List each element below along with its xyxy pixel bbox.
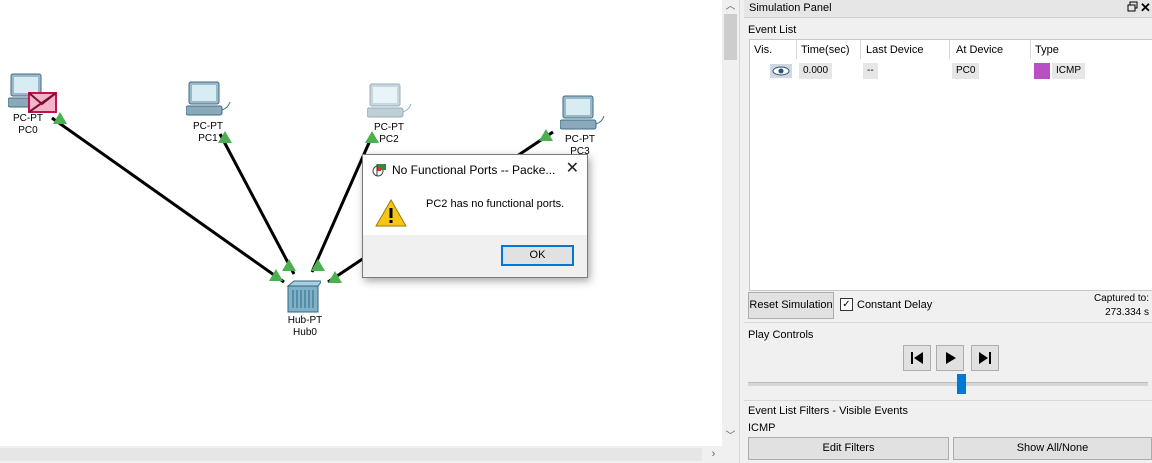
device-type-label: PC-PT <box>193 121 223 132</box>
column-header-last-device[interactable]: Last Device <box>866 44 923 56</box>
device-pc3[interactable]: PC-PT PC3 <box>559 94 608 157</box>
visible-events-value: ICMP <box>748 422 776 434</box>
scrollbar-corner <box>722 446 739 463</box>
device-name-label: PC1 <box>198 133 218 144</box>
topology-links <box>51 112 554 284</box>
device-type-label: PC-PT <box>374 122 404 133</box>
device-type-label: Hub-PT <box>287 315 323 326</box>
simulation-panel: Simulation Panel ✕ Event List Vis. Time(… <box>744 0 1152 463</box>
device-pc2[interactable] <box>366 82 415 125</box>
play-icon <box>946 352 956 364</box>
warning-icon <box>375 198 407 227</box>
workspace-horizontal-scrollbar[interactable]: › <box>0 446 722 463</box>
workspace-vertical-scrollbar[interactable]: ︿ ﹀ <box>722 0 739 446</box>
column-header-type[interactable]: Type <box>1035 44 1059 56</box>
link-pc1-hub <box>218 133 296 275</box>
device-type-label: PC-PT <box>13 113 43 124</box>
scroll-down-icon[interactable]: ﹀ <box>722 430 739 444</box>
playback-speed-slider[interactable] <box>748 382 1148 386</box>
event-list-label: Event List <box>748 24 797 36</box>
envelope-icon <box>28 92 57 113</box>
device-pc0[interactable]: PC-PT PC0 <box>7 72 58 136</box>
link-pc0-hub <box>51 116 285 284</box>
constant-delay-label: Constant Delay <box>857 299 933 311</box>
constant-delay-checkbox[interactable]: ✓ <box>840 298 853 311</box>
device-pc1[interactable]: PC-PT PC1 <box>185 80 234 144</box>
device-name-label: PC2 <box>379 134 399 145</box>
skip-forward-icon <box>979 352 991 364</box>
column-header-at-device[interactable]: At Device <box>956 44 1003 56</box>
packet-tracer-icon <box>372 164 386 177</box>
close-icon[interactable]: ✕ <box>566 160 579 178</box>
scroll-right-icon[interactable]: › <box>705 446 722 463</box>
play-controls-label: Play Controls <box>748 329 814 341</box>
event-last-device: -- <box>863 63 878 79</box>
panel-title-bar: Simulation Panel ✕ <box>744 0 1152 18</box>
scrollbar-thumb[interactable] <box>0 448 702 461</box>
edit-filters-button[interactable]: Edit Filters <box>748 437 949 460</box>
event-time: 0.000 <box>799 63 833 79</box>
dialog-title: No Functional Ports -- Packe... <box>392 163 556 177</box>
show-all-none-button[interactable]: Show All/None <box>953 437 1152 460</box>
device-type-label: PC-PT <box>565 134 595 145</box>
scroll-up-icon[interactable]: ︿ <box>722 0 739 14</box>
slider-thumb[interactable] <box>957 374 966 394</box>
device-hub0[interactable]: Hub-PT Hub0 <box>286 280 324 338</box>
device-name-label: Hub0 <box>293 327 317 338</box>
no-functional-ports-dialog[interactable]: No Functional Ports -- Packe... ✕ PC2 ha… <box>362 154 588 278</box>
close-icon[interactable]: ✕ <box>1140 0 1151 16</box>
panel-title: Simulation Panel <box>749 2 832 14</box>
column-header-time[interactable]: Time(sec) <box>801 44 849 56</box>
event-type-color-swatch <box>1034 63 1050 79</box>
skip-back-icon <box>911 352 923 364</box>
logical-workspace[interactable]: PC-PT PC0 PC-PT PC1 PC-PT PC2 PC-PT PC3 … <box>0 0 722 446</box>
pc-icon <box>366 83 412 118</box>
play-button[interactable] <box>936 345 964 371</box>
device-pc2-label: PC-PT PC2 <box>359 122 419 146</box>
port-up-icon <box>311 259 325 271</box>
port-up-icon <box>269 269 283 281</box>
eye-icon[interactable] <box>770 64 792 80</box>
dialog-body: PC2 has no functional ports. <box>363 185 587 235</box>
pc-icon <box>559 95 605 130</box>
device-name-label: PC0 <box>18 125 38 136</box>
dialog-title-bar[interactable]: No Functional Ports -- Packe... ✕ <box>363 155 587 185</box>
restore-icon[interactable] <box>1127 1 1138 12</box>
port-up-icon <box>282 259 296 271</box>
event-list-table[interactable]: Vis. Time(sec) Last Device At Device Typ… <box>749 39 1152 291</box>
event-list-filters-label: Event List Filters - Visible Events <box>748 405 908 417</box>
scrollbar-thumb[interactable] <box>724 14 737 60</box>
reset-simulation-button[interactable]: Reset Simulation <box>748 292 834 319</box>
dialog-message: PC2 has no functional ports. <box>426 198 565 210</box>
event-type: ICMP <box>1052 63 1085 79</box>
ok-button[interactable]: OK <box>501 245 574 266</box>
event-at-device: PC0 <box>952 63 980 79</box>
captured-to-value: 273.334 s <box>1105 307 1149 318</box>
column-header-vis[interactable]: Vis. <box>754 44 772 56</box>
back-button[interactable] <box>903 345 931 371</box>
hub-icon <box>286 280 324 313</box>
captured-to-label: Captured to: <box>1093 293 1149 304</box>
capture-forward-button[interactable] <box>971 345 999 371</box>
pc-icon <box>185 81 231 116</box>
